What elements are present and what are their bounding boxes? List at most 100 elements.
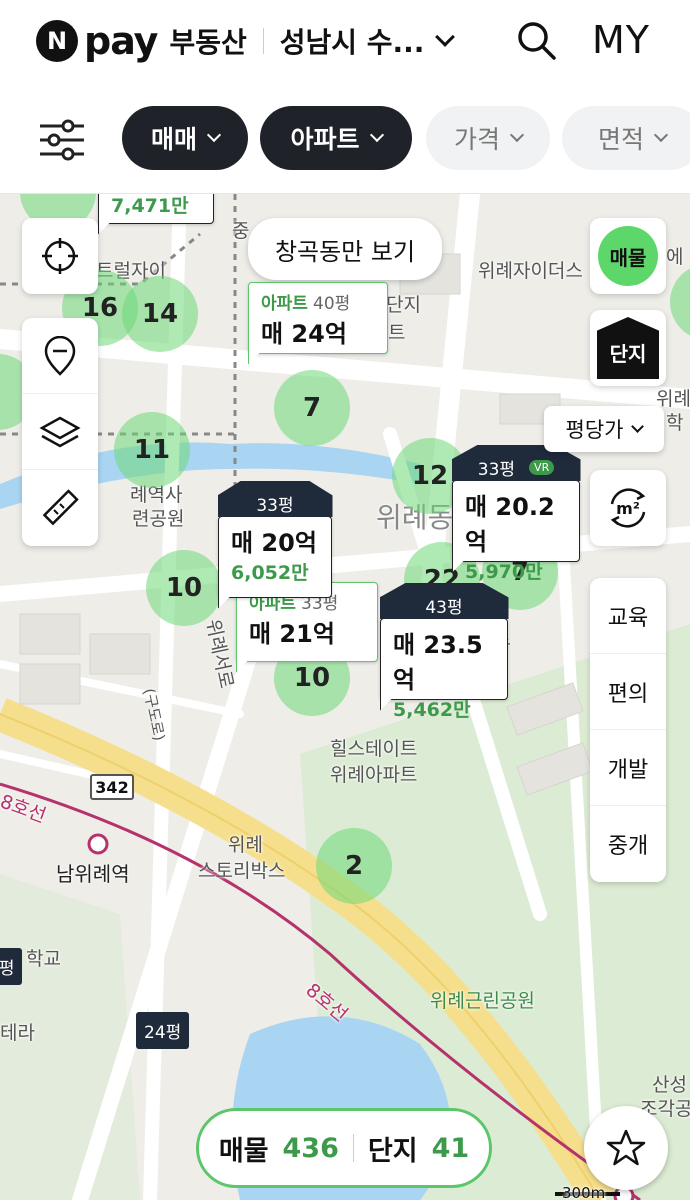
listing-summary-button[interactable]: 매물 436 단지 41 [196,1108,492,1188]
size-pin[interactable]: 24평 [136,1012,190,1049]
road-number-badge: 342 [90,774,134,800]
my-location-button[interactable] [22,218,98,294]
map-label: 중 [232,220,250,242]
naver-logo-icon: N [36,20,78,62]
filter-chip-label: 아파트 [290,125,360,154]
listing-price: 매 23.5억 [393,631,483,694]
measure-button[interactable] [22,470,98,546]
card-size-label: 33평 [477,459,516,480]
summary-complex-label: 단지 [367,1135,418,1167]
map-toolbox [22,318,98,546]
map-label: 테라 [0,1022,35,1044]
header-divider [262,28,264,54]
listing-cluster[interactable]: 10 [146,550,222,626]
listing-cluster[interactable]: 7 [274,370,350,446]
chevron-down-icon [631,420,645,433]
complex-toggle-button[interactable]: 단지 [590,310,666,386]
region-selector[interactable]: 성남시 수... [280,21,425,61]
pay-logo: pay [84,19,158,63]
listing-card[interactable]: 7,471만 [97,194,214,235]
area-unit-icon: m² [610,488,646,528]
map-label: 위례아파트 [330,764,418,786]
listing-card[interactable]: 아파트 40평 매 24억 [247,282,388,365]
map-label: 단지 [386,294,421,316]
station-label: 남위례역 [56,862,130,886]
search-icon[interactable] [516,20,556,60]
category-convenience[interactable]: 편의 [590,654,666,730]
listing-price: 매 24억 [261,320,347,348]
summary-complex-count: 41 [431,1132,470,1164]
listing-cluster[interactable]: 11 [114,412,190,488]
listing-toggle-label: 매물 [598,226,658,286]
map-label: 위례근린공원 [430,990,535,1012]
category-agency[interactable]: 중개 [590,806,666,882]
filter-bar: 매매 아파트 가격 면적 [0,82,690,194]
favorite-button[interactable] [584,1106,668,1190]
map-view[interactable]: 중 트럴자이 위례자이더스 에 위례푸 학 례역사 련공원 위례동 단지 트 아… [0,194,690,1200]
map-label: 위례 [228,834,263,856]
chevron-down-icon [509,127,525,143]
layers-button[interactable] [22,394,98,470]
price-mode-label: 평당가 [565,418,624,442]
filter-settings-icon[interactable] [38,118,86,162]
price-per-pyeong: 5,970만 [465,561,543,583]
service-title[interactable]: 부동산 [169,21,246,61]
filter-chip-area[interactable]: 면적 [562,106,690,170]
filter-chip-label: 면적 [597,125,644,154]
map-label: 에 [666,246,684,268]
listing-price: 매 20억 [231,529,317,557]
category-panel: 교육 편의 개발 중개 [590,578,666,882]
layers-icon [39,416,81,447]
complex-toggle-label: 단지 [597,317,659,379]
map-label: 학 [666,412,684,434]
map-label: 련공원 [132,508,185,530]
listing-cluster[interactable]: 14 [122,276,198,352]
category-development[interactable]: 개발 [590,730,666,806]
map-label: 산성 [652,1074,687,1096]
filter-chip-type[interactable]: 아파트 [260,106,412,170]
app-header: N pay 부동산 성남시 수... MY [0,0,690,82]
listing-card[interactable]: 33평 VR 매 20.2억 5,970만 [451,445,581,583]
listing-price: 매 21억 [249,620,335,648]
chevron-down-icon [369,127,384,143]
listing-card[interactable]: 33평 매 20억 6,052만 [217,481,333,609]
star-icon [606,1129,646,1166]
ruler-icon [42,489,79,526]
listing-toggle-button[interactable]: 매물 [590,218,666,294]
map-scale-label: 300m [562,1184,606,1200]
card-size-header: 43평 [379,583,509,619]
vr-badge-icon: VR [529,459,555,475]
listing-price: 매 20.2억 [465,493,555,556]
size-pin[interactable]: 5평 [0,948,23,985]
location-toolbox [22,218,98,294]
chevron-down-icon[interactable] [435,27,456,47]
map-label: 스토리박스 [198,860,286,882]
unit-toggle-button[interactable]: m² [590,470,666,546]
price-mode-selector[interactable]: 평당가 [544,406,664,452]
property-size: 40평 [313,294,351,314]
pin-minus-icon [44,335,76,376]
my-button[interactable]: MY [592,18,650,62]
map-label: 트 [388,322,406,344]
filter-chip-trade[interactable]: 매매 [122,106,248,170]
chevron-down-icon [653,127,669,143]
changgok-only-button[interactable]: 창곡동만 보기 [248,218,442,280]
crosshair-icon [42,238,78,274]
property-type: 아파트 [261,294,308,314]
price-per-pyeong: 6,052만 [231,562,309,584]
price-per-pyeong: 5,462만 [393,699,471,721]
listing-cluster[interactable]: 2 [316,828,392,904]
price-per-pyeong: 7,471만 [111,195,189,217]
summary-listing-label: 매물 [218,1135,269,1167]
card-size-header: 33평 [217,481,333,517]
filter-chip-price[interactable]: 가격 [426,106,550,170]
listing-card[interactable]: 43평 매 23.5억 5,462만 [379,583,509,721]
summary-divider [352,1134,354,1162]
filter-chip-label: 매매 [150,125,197,154]
map-label: 위례자이더스 [478,260,583,282]
chevron-down-icon [206,127,222,143]
pin-tool-button[interactable] [22,318,98,394]
category-education[interactable]: 교육 [590,578,666,654]
summary-listing-count: 436 [282,1132,339,1164]
filter-chip-label: 가격 [453,125,500,154]
